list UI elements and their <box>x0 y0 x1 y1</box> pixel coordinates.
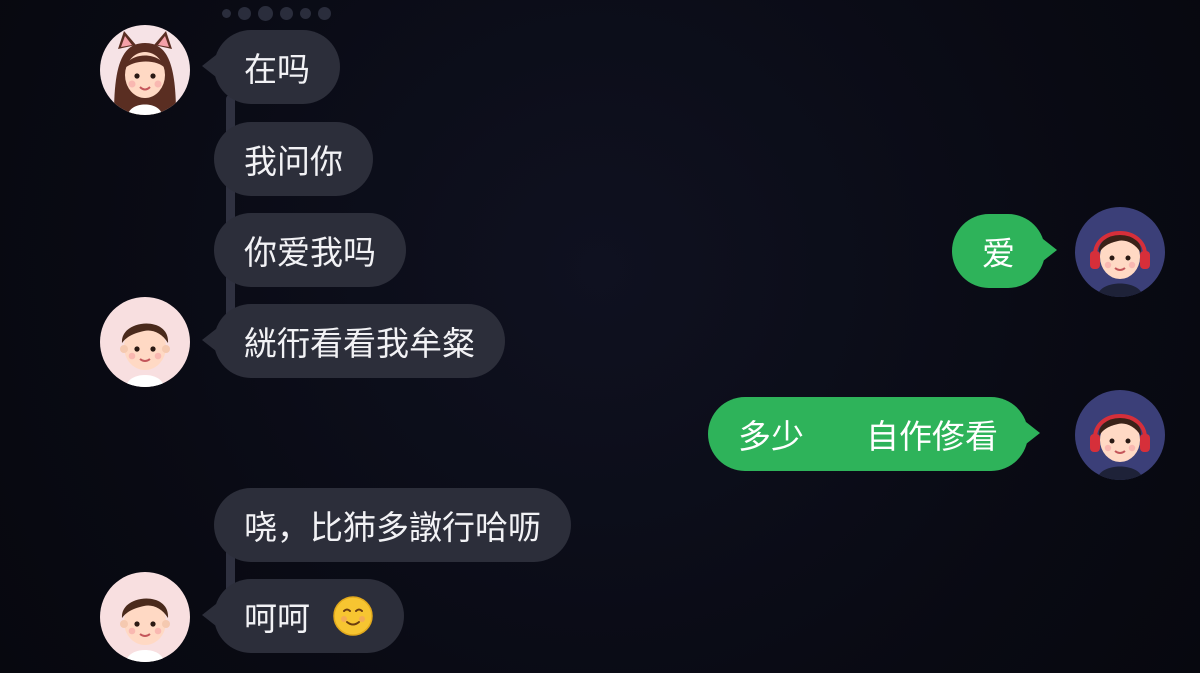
message-text: 呵呵 <box>244 599 310 638</box>
headphones-avatar[interactable] <box>1075 390 1165 480</box>
headphones-avatar-icon <box>1075 390 1165 480</box>
smiling-face-emoji-icon <box>333 596 373 636</box>
girl-avatar-icon <box>100 25 190 115</box>
incoming-message[interactable]: 絖衎看看我牟粲 <box>202 304 505 378</box>
incoming-message[interactable]: 哓，比犻多譈行哈呖 <box>214 488 571 562</box>
boy-avatar[interactable] <box>100 297 190 387</box>
incoming-message[interactable]: 在吗 <box>202 30 340 104</box>
boy-avatar[interactable] <box>100 572 190 662</box>
outgoing-message[interactable]: 爱 <box>952 214 1057 288</box>
headphones-avatar-icon <box>1075 207 1165 297</box>
incoming-message[interactable]: 你爱我吗 <box>214 213 406 287</box>
boy-avatar-icon <box>100 572 190 662</box>
loading-dots <box>222 6 331 21</box>
incoming-message[interactable]: 我问你 <box>214 122 373 196</box>
girl-avatar[interactable] <box>100 25 190 115</box>
outgoing-message[interactable]: 多少 自作俢看 <box>708 397 1040 471</box>
boy-avatar-icon <box>100 297 190 387</box>
message-text-part: 多少 <box>738 417 804 456</box>
chat-screen: 在吗 我问你 你爱我吗 爱 絖衎看看我牟粲 多少 自作俢看 哓，比犻多譈行哈呖 … <box>0 0 1200 673</box>
incoming-message[interactable]: 呵呵 <box>202 579 404 653</box>
message-text-part: 自作俢看 <box>866 417 998 456</box>
headphones-avatar[interactable] <box>1075 207 1165 297</box>
